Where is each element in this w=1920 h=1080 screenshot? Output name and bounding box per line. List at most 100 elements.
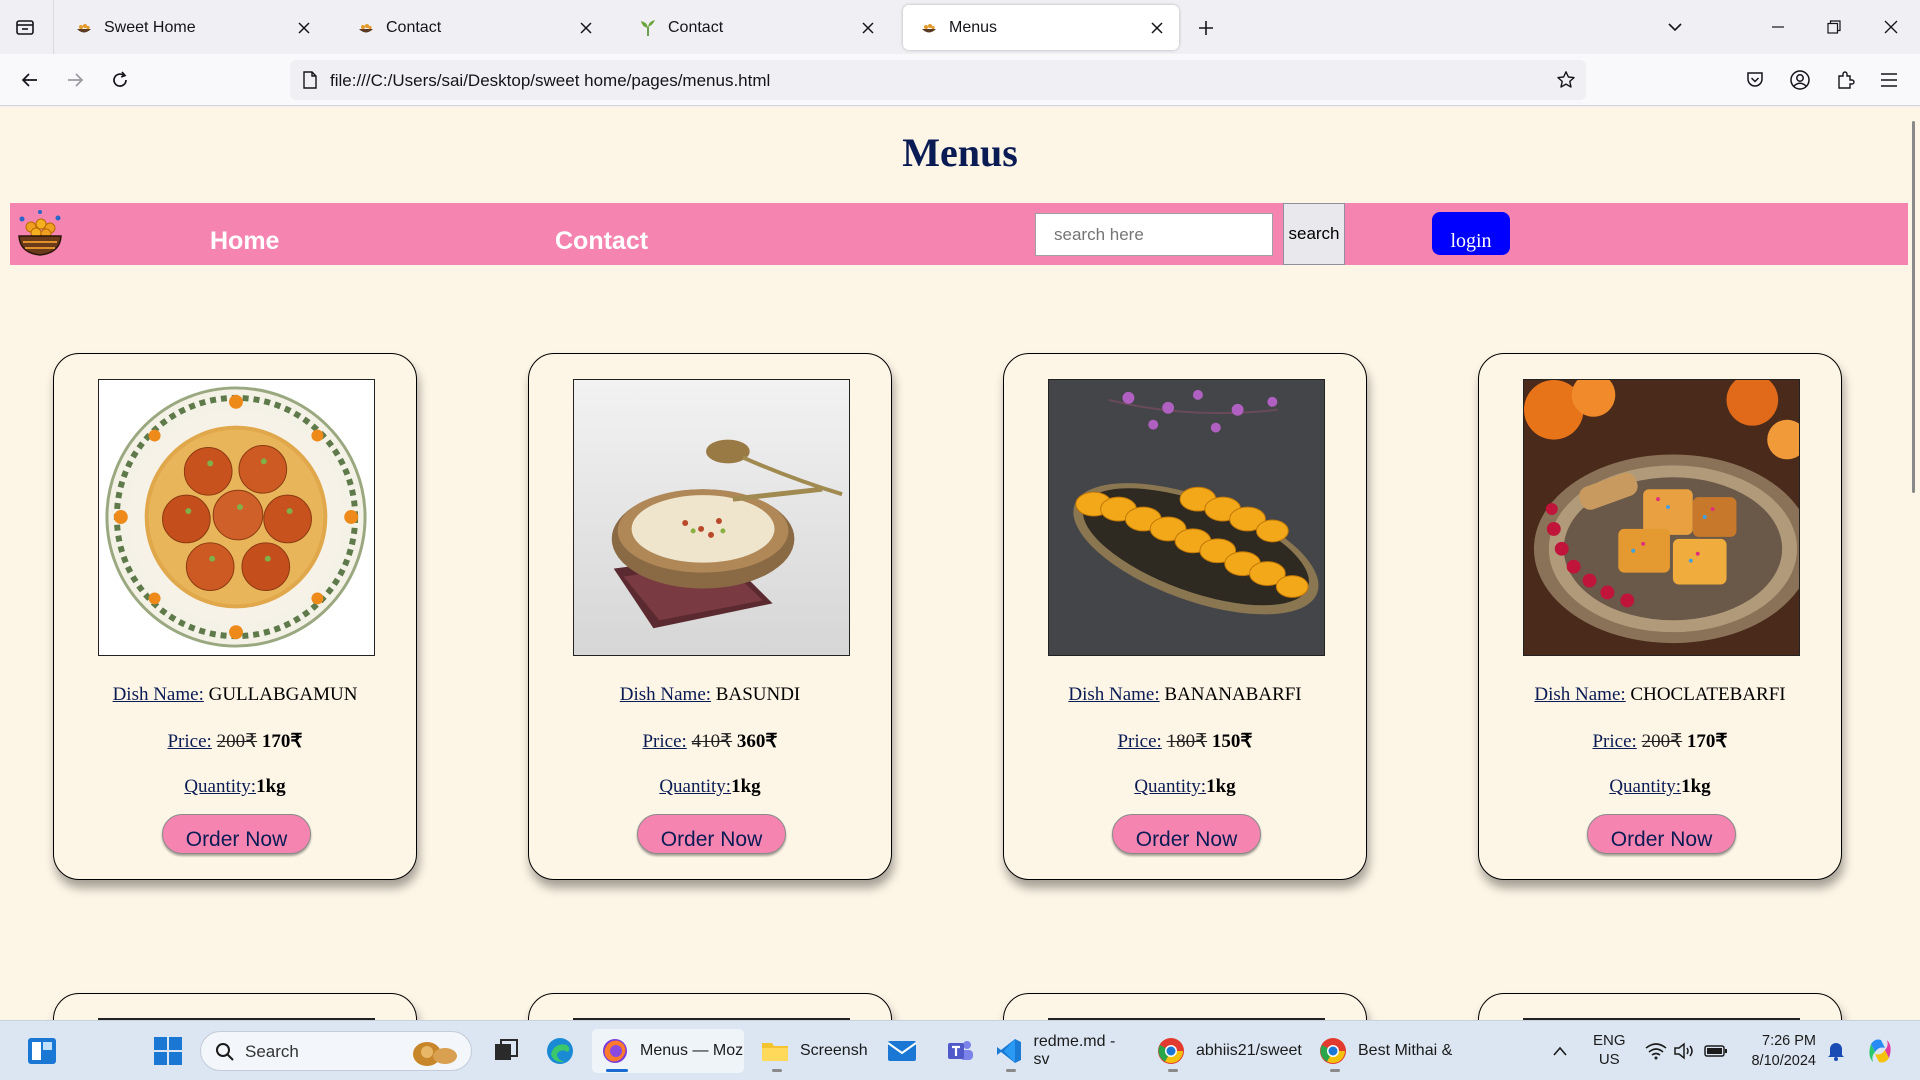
sweets-favicon-icon — [356, 18, 376, 38]
windows-start-icon[interactable] — [148, 1029, 188, 1073]
price-label: Price: — [1117, 731, 1162, 752]
old-price: 200₹ — [216, 731, 258, 752]
old-price: 410₹ — [691, 731, 733, 752]
new-price: 150₹ — [1211, 731, 1253, 752]
taskbar-app-chrome-1[interactable]: abhiis21/sweet — [1156, 1029, 1304, 1073]
clock-time: 7:26 PM — [1762, 1033, 1816, 1049]
close-window-icon[interactable] — [1876, 12, 1906, 42]
chevron-up-icon[interactable] — [1548, 1029, 1572, 1073]
list-all-tabs-icon[interactable] — [12, 14, 38, 40]
dish-name-label: Dish Name: — [619, 684, 712, 705]
order-now-button[interactable]: Order Now — [1587, 814, 1736, 854]
active-app-indicator — [606, 1069, 628, 1072]
close-tab-icon[interactable] — [294, 18, 314, 38]
chevron-down-icon[interactable] — [1660, 12, 1690, 42]
notification-bell-icon[interactable] — [1824, 1029, 1848, 1073]
basundi-image — [573, 379, 850, 656]
language-indicator[interactable]: ENG US — [1593, 1031, 1626, 1069]
mail-icon[interactable] — [882, 1029, 922, 1073]
extensions-puzzle-icon[interactable] — [1830, 65, 1860, 95]
tab-menus[interactable]: Menus — [903, 5, 1179, 50]
dish-name: GULLABGAMUN — [208, 684, 358, 705]
price-line: Price: 200₹ 170₹ — [1479, 730, 1841, 753]
nav-link-contact[interactable]: Contact — [555, 227, 648, 256]
search-input[interactable] — [1035, 213, 1273, 256]
new-price: 360₹ — [736, 731, 778, 752]
close-tab-icon[interactable] — [1147, 18, 1167, 38]
wifi-icon[interactable] — [1644, 1029, 1668, 1073]
taskbar-app-firefox[interactable]: Menus — Moz — [592, 1029, 744, 1073]
task-view-icon[interactable] — [486, 1029, 526, 1073]
address-bar[interactable]: file:///C:/Users/sai/Desktop/sweet home/… — [290, 60, 1586, 100]
dish-name-line: Dish Name: GULLABGAMUN — [54, 684, 416, 706]
tab-sweet-home[interactable]: Sweet Home — [58, 5, 326, 50]
dish-name-label: Dish Name: — [1534, 684, 1626, 705]
quantity-line: Quantity:1kg — [54, 776, 416, 798]
clock[interactable]: 7:26 PM 8/10/2024 — [1744, 1031, 1816, 1071]
dish-name: BASUNDI — [715, 684, 801, 705]
minimize-icon[interactable] — [1763, 12, 1793, 42]
scrollbar-thumb[interactable] — [1912, 121, 1915, 493]
url-text[interactable]: file:///C:/Users/sai/Desktop/sweet home/… — [330, 71, 770, 91]
quantity-label: Quantity: — [659, 776, 732, 797]
tab-title: Sweet Home — [104, 18, 196, 36]
pocket-icon[interactable] — [1740, 65, 1770, 95]
dish-name-line: Dish Name: BANANABARFI — [1004, 684, 1366, 706]
taskbar-app-file-explorer[interactable]: Screensh — [760, 1029, 872, 1073]
dish-name-label: Dish Name: — [1068, 684, 1160, 705]
quantity-value: 1kg — [731, 776, 761, 797]
restore-icon[interactable] — [1819, 12, 1849, 42]
volume-icon[interactable] — [1672, 1029, 1696, 1073]
copilot-icon[interactable] — [1862, 1029, 1898, 1073]
sweets-favicon-icon — [74, 18, 94, 38]
dish-name-line: Dish Name: BASUNDI — [529, 684, 891, 706]
price-label: Price: — [642, 731, 687, 752]
browser-navigation-bar: file:///C:/Users/sai/Desktop/sweet home/… — [0, 54, 1920, 106]
taskbar-app-chrome-2[interactable]: Best Mithai & — [1318, 1029, 1458, 1073]
tab-contact-2[interactable]: Contact — [622, 5, 890, 50]
edge-browser-icon[interactable] — [540, 1029, 580, 1073]
account-icon[interactable] — [1785, 65, 1815, 95]
sweets-favicon-icon — [919, 18, 939, 38]
order-now-button[interactable]: Order Now — [637, 814, 786, 854]
tab-contact-1[interactable]: Contact — [340, 5, 608, 50]
sweets-bowl-logo[interactable] — [14, 209, 66, 259]
dish-name: CHOCLATEBARFI — [1630, 684, 1786, 705]
hamburger-menu-icon[interactable] — [1874, 65, 1904, 95]
reload-icon[interactable] — [105, 65, 135, 95]
page-title: Menus — [902, 130, 1018, 175]
nav-link-home[interactable]: Home — [210, 227, 279, 256]
back-arrow-icon[interactable] — [15, 65, 45, 95]
quantity-label: Quantity: — [1609, 776, 1682, 797]
quantity-value: 1kg — [1206, 776, 1236, 797]
order-now-button[interactable]: Order Now — [162, 814, 311, 854]
dish-name-line: Dish Name: CHOCLATEBARFI — [1479, 684, 1841, 706]
chrome-icon — [1156, 1036, 1186, 1066]
taskbar-app-label: Best Mithai & — [1358, 1042, 1453, 1059]
dish-name: BANANABARFI — [1164, 684, 1302, 705]
lion-search-highlight-icon — [413, 1042, 457, 1066]
widgets-icon[interactable] — [20, 1029, 64, 1073]
order-now-button[interactable]: Order Now — [1112, 814, 1261, 854]
login-button[interactable]: login — [1432, 212, 1510, 255]
taskbar-app-vscode[interactable]: redme.md - sv — [994, 1029, 1134, 1073]
new-tab-plus-icon[interactable] — [1192, 14, 1220, 42]
quantity-value: 1kg — [256, 776, 286, 797]
close-tab-icon[interactable] — [576, 18, 596, 38]
battery-icon[interactable] — [1702, 1029, 1730, 1073]
tab-title: Contact — [668, 18, 724, 36]
teams-icon[interactable] — [940, 1029, 980, 1073]
taskbar-search-box[interactable]: Search — [200, 1031, 472, 1071]
quantity-label: Quantity: — [1134, 776, 1207, 797]
close-tab-icon[interactable] — [858, 18, 878, 38]
search-button[interactable]: search — [1283, 203, 1345, 265]
menu-card: Dish Name: BANANABARFI Price: 180₹ 150₹ … — [1003, 353, 1367, 880]
app-open-indicator — [772, 1069, 782, 1072]
new-price: 170₹ — [261, 731, 303, 752]
taskbar-search-label: Search — [245, 1042, 299, 1061]
forward-arrow-icon[interactable] — [60, 65, 90, 95]
new-price: 170₹ — [1686, 731, 1728, 752]
vertical-scrollbar[interactable] — [1908, 107, 1920, 1020]
bookmark-star-icon[interactable] — [1554, 68, 1578, 92]
clock-date: 8/10/2024 — [1751, 1053, 1816, 1069]
